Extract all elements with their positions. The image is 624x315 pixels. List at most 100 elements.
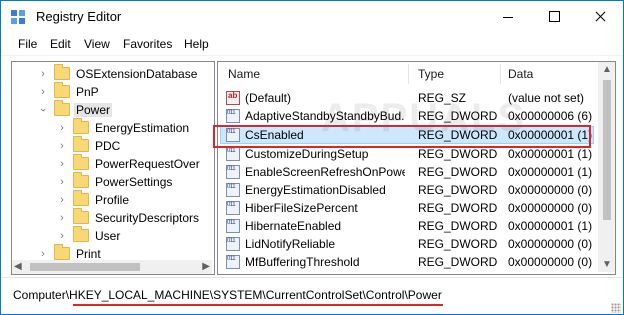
- dword-value-icon: [226, 109, 240, 123]
- value-type: REG_DWORD: [418, 255, 498, 269]
- menu-file[interactable]: File: [18, 37, 37, 51]
- dword-value-icon: [226, 183, 240, 197]
- chevron-right-icon[interactable]: ›: [55, 192, 69, 208]
- value-row-enablescreenrefresh[interactable]: EnableScreenRefreshOnPowe... REG_DWORD 0…: [218, 163, 598, 181]
- value-type: REG_DWORD: [418, 219, 498, 233]
- folder-icon: [73, 118, 89, 134]
- dword-value-icon: [226, 237, 240, 251]
- tree-item-label: User: [95, 229, 121, 243]
- menu-favorites[interactable]: Favorites: [123, 37, 172, 51]
- chevron-right-icon[interactable]: ›: [36, 66, 50, 82]
- chevron-right-icon[interactable]: ›: [55, 210, 69, 226]
- tree-item-label: OSExtensionDatabase: [76, 67, 198, 81]
- value-type: REG_DWORD: [418, 165, 498, 179]
- tree-item-label: PowerRequestOver: [95, 157, 200, 171]
- column-separator[interactable]: [500, 64, 501, 84]
- tree-item-label: Print: [76, 247, 101, 261]
- folder-icon: [54, 244, 70, 260]
- tree-horizontal-scrollbar[interactable]: ◀ ▶: [12, 260, 212, 274]
- chevron-right-icon[interactable]: ›: [55, 138, 69, 154]
- maximize-button[interactable]: [531, 1, 577, 33]
- value-name: CustomizeDuringSetup: [245, 147, 369, 161]
- tree-item-pdc[interactable]: › PDC: [12, 136, 212, 155]
- registry-editor-window: Registry Editor File Edit View Favorites…: [0, 0, 624, 315]
- tree-item-user[interactable]: › User: [12, 226, 212, 245]
- tree-item-powersettings[interactable]: › PowerSettings: [12, 172, 212, 191]
- tree-item-securitydescriptors[interactable]: › SecurityDescriptors: [12, 208, 212, 227]
- resize-grip-icon[interactable]: [611, 303, 621, 313]
- tree-item-pnp[interactable]: › PnP: [12, 82, 212, 101]
- string-value-icon: [226, 91, 240, 105]
- value-data: 0x00000001 (1): [508, 147, 593, 161]
- address-path[interactable]: Computer\HKEY_LOCAL_MACHINE\SYSTEM\Curre…: [13, 288, 442, 302]
- tree-item-label: Power: [74, 103, 113, 117]
- chevron-right-icon[interactable]: ›: [55, 228, 69, 244]
- menu-edit[interactable]: Edit: [50, 37, 71, 51]
- title-bar[interactable]: Registry Editor: [1, 1, 623, 33]
- scrollbar-thumb[interactable]: [603, 80, 611, 220]
- window-title: Registry Editor: [36, 9, 122, 24]
- menu-view[interactable]: View: [84, 37, 110, 51]
- value-name: EnergyEstimationDisabled: [245, 183, 386, 197]
- values-vertical-scrollbar[interactable]: ▲ ▼: [598, 62, 615, 272]
- folder-icon: [73, 172, 89, 188]
- chevron-right-icon[interactable]: ›: [55, 120, 69, 136]
- value-data: 0x00000000 (0): [508, 237, 593, 251]
- chevron-right-icon[interactable]: ›: [55, 174, 69, 190]
- menu-help[interactable]: Help: [184, 37, 209, 51]
- tree-item-powerrequestover[interactable]: › PowerRequestOver: [12, 154, 212, 173]
- value-data: 0x00000001 (1): [508, 165, 593, 179]
- value-data: 0x00000000 (0): [508, 201, 593, 215]
- column-header-name[interactable]: Name: [228, 62, 260, 86]
- folder-icon: [54, 64, 70, 80]
- scroll-down-arrow-icon[interactable]: ▼: [602, 259, 612, 270]
- tree-item-osextensiondatabase[interactable]: › OSExtensionDatabase: [12, 64, 212, 83]
- chevron-right-icon[interactable]: ›: [55, 156, 69, 172]
- value-row-lidnotifyreliable[interactable]: LidNotifyReliable REG_DWORD 0x00000000 (…: [218, 235, 598, 253]
- value-data: 0x00000001 (1): [508, 219, 593, 233]
- tree-item-power[interactable]: › Power: [12, 100, 212, 119]
- dword-value-icon: [226, 147, 240, 161]
- dword-value-icon: [226, 219, 240, 233]
- tree-item-label: PnP: [76, 85, 99, 99]
- menu-bar: File Edit View Favorites Help: [1, 33, 623, 56]
- value-data: 0x00000000 (0): [508, 255, 593, 269]
- value-row-energyestimationdisabled[interactable]: EnergyEstimationDisabled REG_DWORD 0x000…: [218, 181, 598, 199]
- column-separator[interactable]: [408, 64, 409, 84]
- status-bar: Computer\HKEY_LOCAL_MACHINE\SYSTEM\Curre…: [1, 277, 623, 314]
- value-name: EnableScreenRefreshOnPowe...: [245, 165, 405, 179]
- folder-icon: [73, 226, 89, 242]
- value-name: LidNotifyReliable: [245, 237, 336, 251]
- value-name: MfBufferingThreshold: [245, 255, 360, 269]
- scrollbar-thumb[interactable]: [30, 263, 140, 271]
- value-row-hibernateenabled[interactable]: HibernateEnabled REG_DWORD 0x00000001 (1…: [218, 217, 598, 235]
- scroll-up-arrow-icon[interactable]: ▲: [602, 64, 612, 75]
- value-row-mfbufferingthreshold[interactable]: MfBufferingThreshold REG_DWORD 0x0000000…: [218, 253, 598, 271]
- value-name: HibernateEnabled: [245, 219, 342, 233]
- tree-item-profile[interactable]: › Profile: [12, 190, 212, 209]
- scroll-left-arrow-icon[interactable]: ◀: [14, 260, 22, 274]
- value-type: REG_DWORD: [418, 201, 498, 215]
- close-button[interactable]: [577, 1, 623, 33]
- chevron-right-icon[interactable]: ›: [36, 84, 50, 100]
- scroll-right-arrow-icon[interactable]: ▶: [202, 260, 210, 274]
- tree-item-label: EnergyEstimation: [95, 121, 190, 135]
- value-name: HiberFileSizePercent: [245, 201, 358, 215]
- value-type: REG_DWORD: [418, 147, 498, 161]
- column-header-type[interactable]: Type: [418, 62, 444, 86]
- tree-item-energyestimation[interactable]: › EnergyEstimation: [12, 118, 212, 137]
- dword-value-icon: [226, 255, 240, 269]
- value-row-hiberfilesizepercent[interactable]: HiberFileSizePercent REG_DWORD 0x0000000…: [218, 199, 598, 217]
- registry-editor-app-icon: [11, 10, 25, 24]
- minimize-button[interactable]: [485, 1, 531, 33]
- values-list-pane[interactable]: Name Type Data (Default) REG_SZ (value n…: [217, 61, 616, 275]
- column-header-data[interactable]: Data: [508, 62, 533, 86]
- folder-icon: [54, 82, 70, 98]
- folder-icon: [73, 190, 89, 206]
- folder-icon: [73, 154, 89, 170]
- tree-item-label: SecurityDescriptors: [95, 211, 200, 225]
- key-tree-pane[interactable]: › OSExtensionDatabase › PnP › Power › En…: [11, 61, 215, 275]
- tree-item-label: Profile: [95, 193, 130, 207]
- chevron-down-icon[interactable]: ›: [35, 103, 51, 117]
- folder-icon: [73, 208, 89, 224]
